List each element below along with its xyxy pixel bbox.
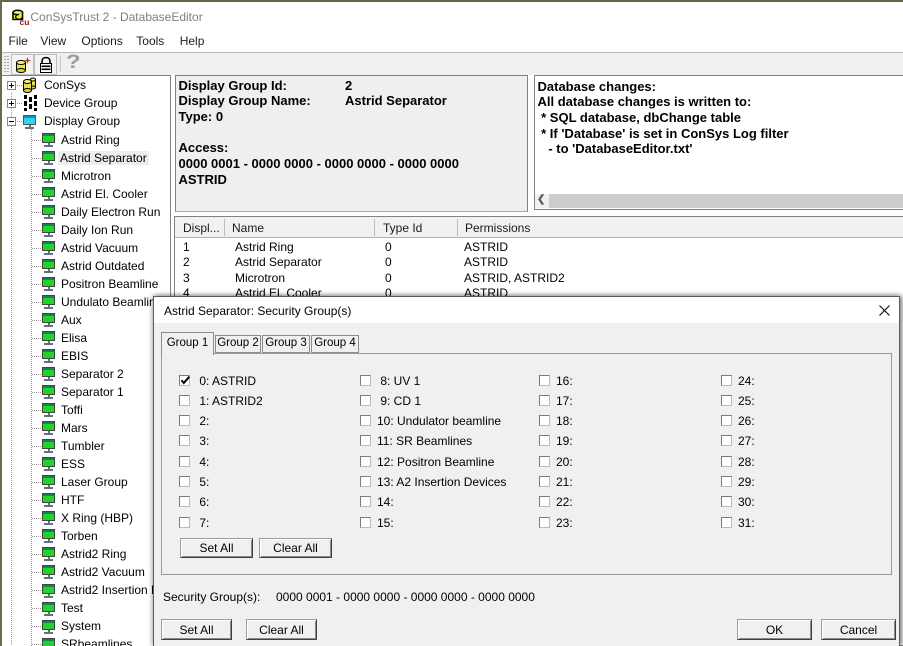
svg-text:cu: cu	[20, 17, 30, 26]
